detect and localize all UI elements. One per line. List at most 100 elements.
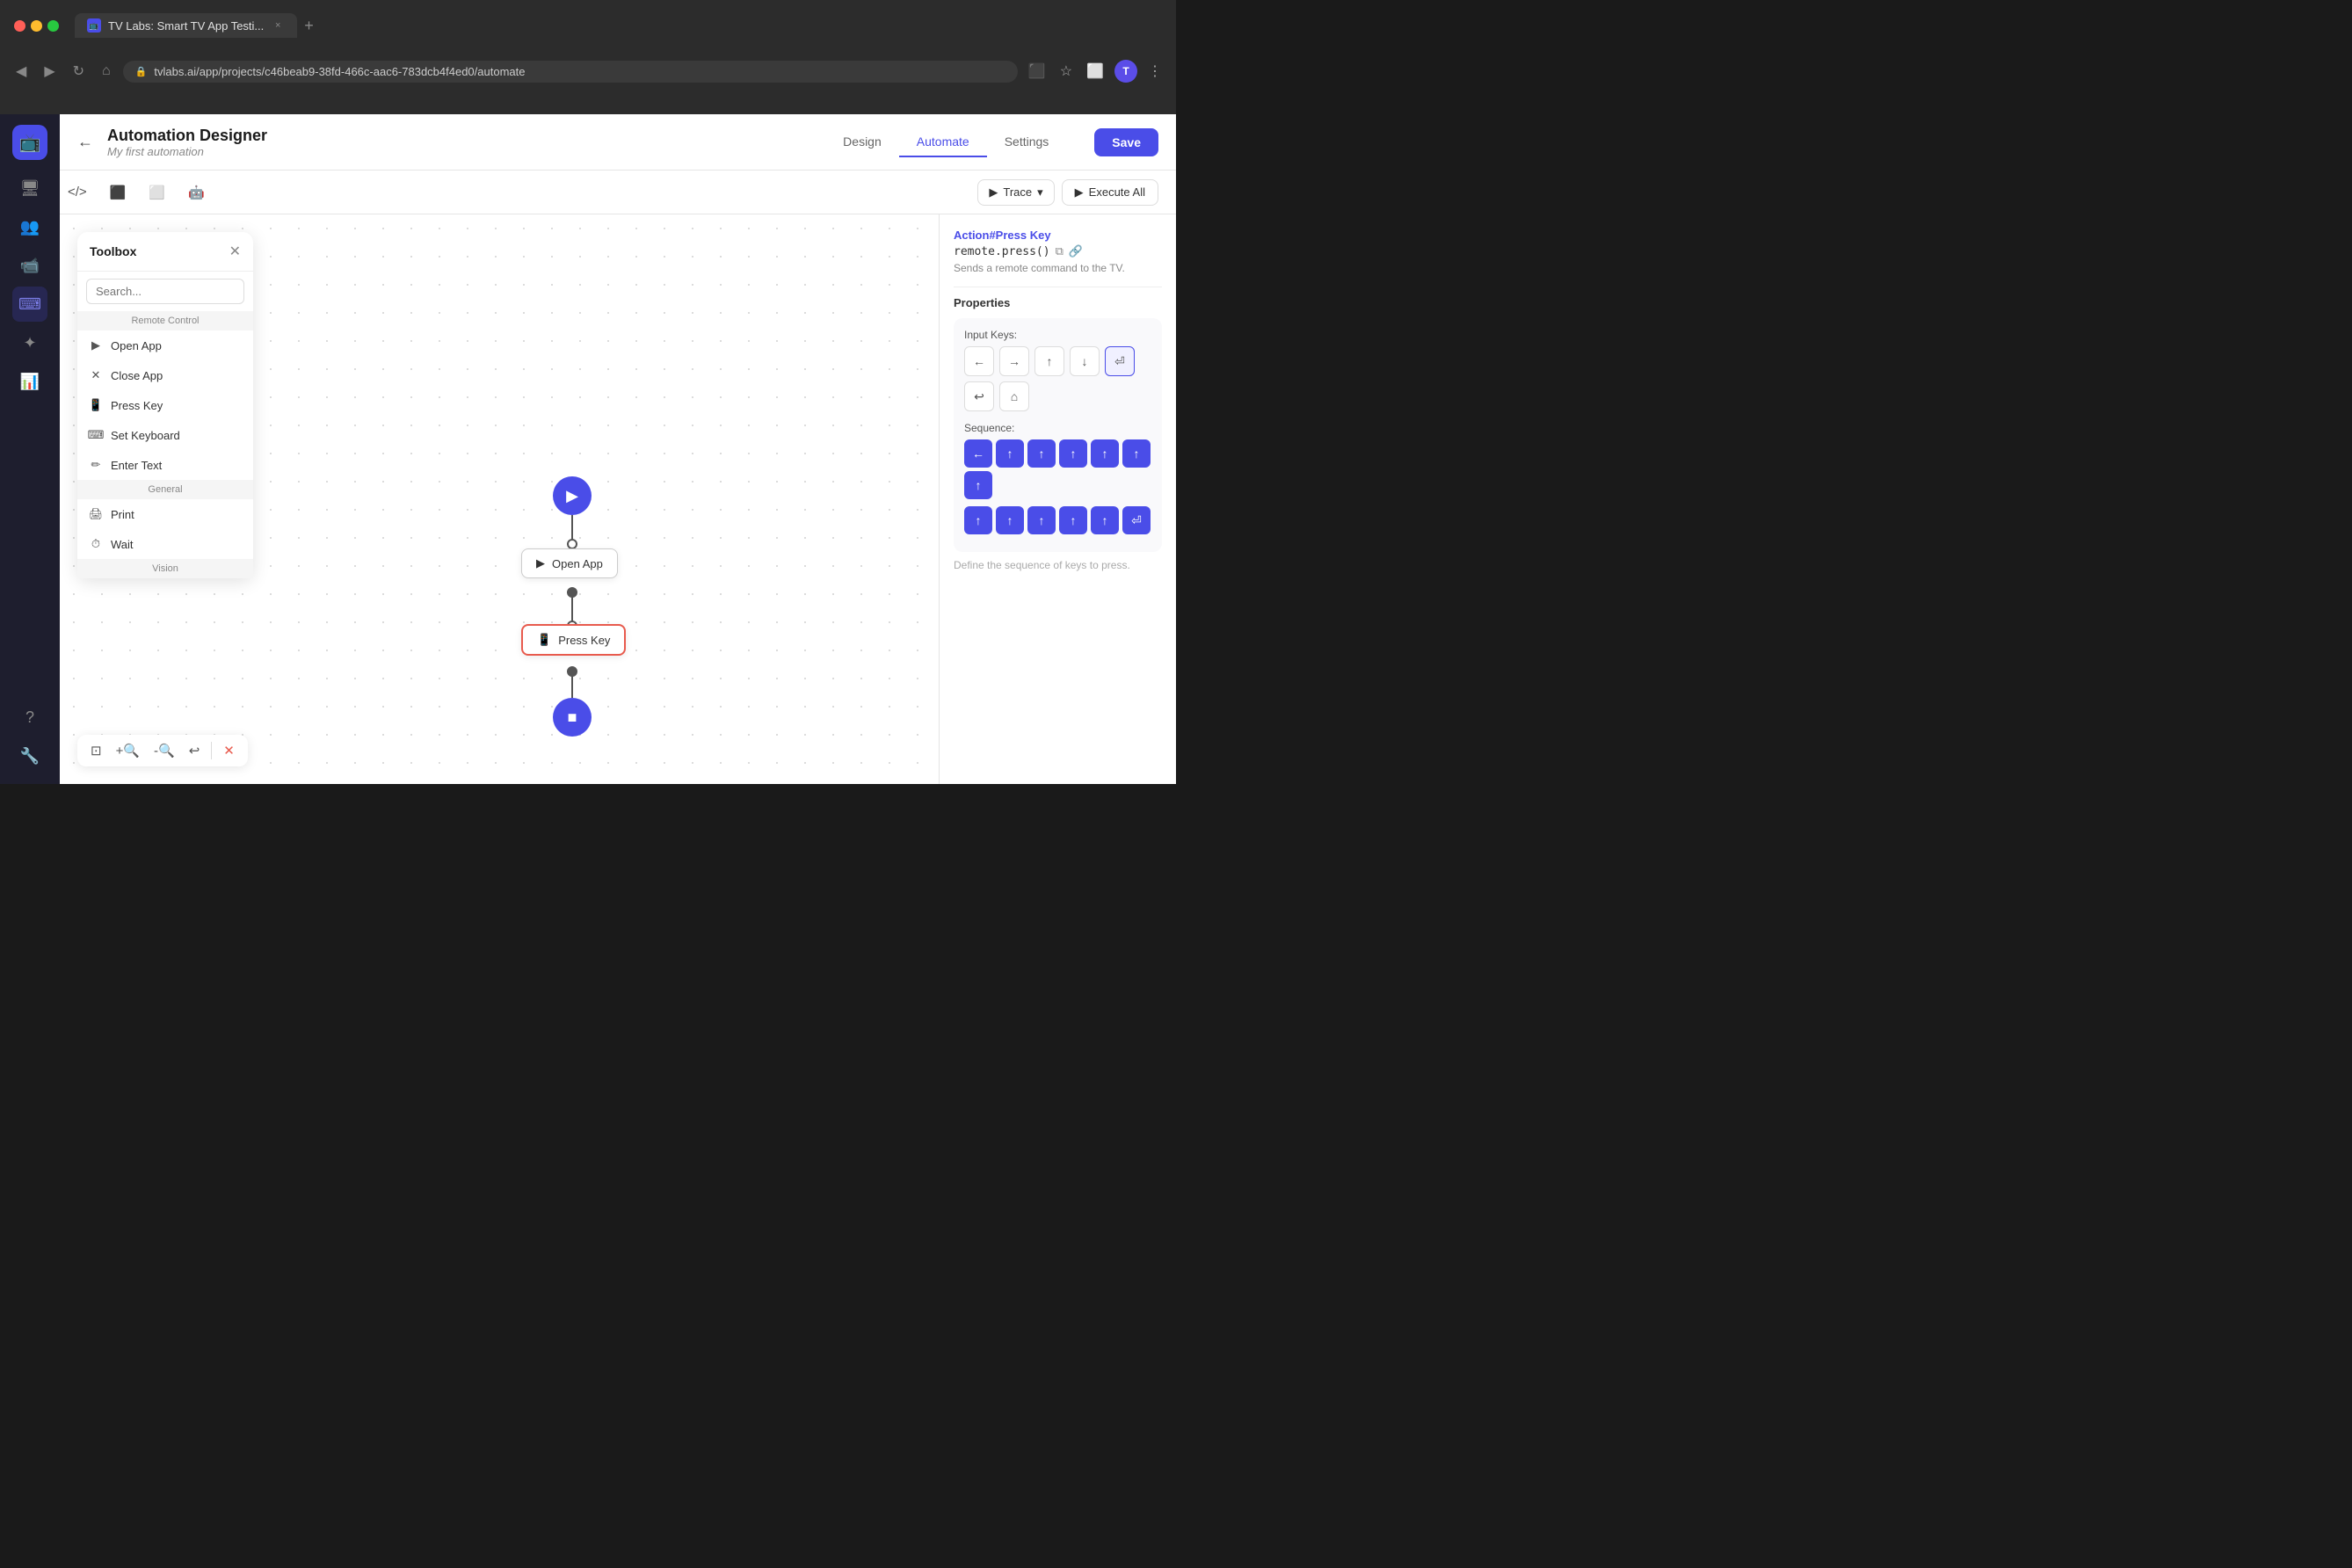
profile-extensions-button[interactable]: ⬜	[1083, 59, 1107, 83]
toolbox-item-open-app[interactable]: ▶ Open App	[77, 330, 253, 360]
input-keys-grid: ← → ↑ ↓ ⏎ ↩ ⌂	[964, 346, 1151, 411]
sidebar-logo: 📺	[12, 125, 47, 160]
sidebar-item-help[interactable]: ?	[12, 700, 47, 735]
code-view-button[interactable]: </>	[60, 179, 95, 205]
address-bar[interactable]: 🔒 tvlabs.ai/app/projects/c46beab9-38fd-4…	[123, 61, 1018, 83]
open-app-node-label: Open App	[552, 557, 603, 570]
canvas-area[interactable]: Toolbox ✕ Remote Control ▶ Open App ✕ Cl…	[60, 214, 939, 784]
user-avatar[interactable]: T	[1114, 60, 1137, 83]
sidebar-item-reports[interactable]: 📊	[12, 364, 47, 399]
toolbox-item-close-app[interactable]: ✕ Close App	[77, 360, 253, 390]
properties-box: Input Keys: ← → ↑ ↓ ⏎ ↩ ⌂ Sequence: ← ↑	[954, 318, 1162, 552]
traffic-light-green[interactable]	[47, 20, 59, 32]
seq-key-5[interactable]: ↑	[1091, 439, 1119, 468]
tab-favicon: 📺	[87, 18, 101, 33]
tab-automate[interactable]: Automate	[899, 127, 987, 157]
fit-view-button[interactable]: ⊡	[84, 738, 108, 763]
key-home[interactable]: ⌂	[999, 381, 1029, 411]
trace-button[interactable]: ▶ Trace ▾	[977, 179, 1054, 206]
undo-button[interactable]: ↩	[183, 738, 207, 763]
sidebar-item-tools[interactable]: 🔧	[12, 738, 47, 773]
seq-key-4[interactable]: ↑	[1059, 439, 1087, 468]
action-prefix: Action	[954, 229, 989, 242]
tab-add-button[interactable]: +	[301, 17, 317, 35]
seq-key-11[interactable]: ↑	[1059, 506, 1087, 534]
sidebar-item-monitor[interactable]: 🖥	[12, 171, 47, 206]
sidebar: 📺 🖥 👥 📹 ⌨ ✦ 📊 ? 🔧	[0, 114, 60, 784]
key-back[interactable]: ↩	[964, 381, 994, 411]
key-enter[interactable]: ⏎	[1105, 346, 1135, 376]
seq-key-1[interactable]: ←	[964, 439, 992, 468]
key-left[interactable]: ←	[964, 346, 994, 376]
press-key-label: Press Key	[111, 399, 163, 412]
link-icon[interactable]: 🔗	[1069, 245, 1083, 258]
wait-icon: ⏱	[88, 536, 104, 552]
home-nav-button[interactable]: ⌂	[97, 60, 116, 83]
tab-title: TV Labs: Smart TV App Testi...	[108, 19, 264, 33]
toolbox-item-press-key[interactable]: 📱 Press Key	[77, 390, 253, 420]
bookmark-button[interactable]: ☆	[1056, 59, 1076, 83]
start-node[interactable]: ▶	[553, 476, 592, 515]
copy-icon[interactable]: ⧉	[1056, 245, 1063, 258]
open-app-node[interactable]: ▶ Open App	[521, 548, 618, 578]
toolbox-close-button[interactable]: ✕	[229, 243, 241, 260]
sidebar-item-sparkle[interactable]: ✦	[12, 325, 47, 360]
press-key-node[interactable]: 📱 Press Key	[521, 624, 626, 656]
toolbox-section-general: General	[77, 480, 253, 499]
sidebar-item-code[interactable]: ⌨	[12, 287, 47, 322]
seq-key-12[interactable]: ↑	[1091, 506, 1119, 534]
end-icon: ■	[568, 708, 577, 727]
sequence-keys-row2: ↑ ↑ ↑ ↑ ↑ ⏎	[964, 506, 1151, 534]
split-vertical-button[interactable]: ⬜	[141, 179, 173, 206]
zoom-out-button[interactable]: -🔍	[148, 738, 181, 763]
back-nav-button[interactable]: ◀	[11, 59, 32, 83]
toolbox-header: Toolbox ✕	[77, 232, 253, 272]
toolbox-search-input[interactable]	[86, 279, 244, 304]
browser-toolbar: ◀ ▶ ↻ ⌂ 🔒 tvlabs.ai/app/projects/c46beab…	[0, 51, 1176, 91]
toolbox-panel: Toolbox ✕ Remote Control ▶ Open App ✕ Cl…	[77, 232, 253, 578]
seq-key-10[interactable]: ↑	[1027, 506, 1056, 534]
seq-key-2[interactable]: ↑	[996, 439, 1024, 468]
seq-key-6[interactable]: ↑	[1122, 439, 1151, 468]
seq-key-3[interactable]: ↑	[1027, 439, 1056, 468]
seq-key-9[interactable]: ↑	[996, 506, 1024, 534]
save-button[interactable]: Save	[1094, 128, 1158, 156]
toolbox-item-wait[interactable]: ⏱ Wait	[77, 529, 253, 559]
robot-button[interactable]: 🤖	[180, 179, 213, 206]
forward-nav-button[interactable]: ▶	[39, 59, 60, 83]
execute-all-button[interactable]: ▶ Execute All	[1062, 179, 1158, 206]
traffic-light-red[interactable]	[14, 20, 25, 32]
zoom-in-button[interactable]: +🔍	[110, 738, 146, 763]
reload-nav-button[interactable]: ↻	[68, 59, 90, 83]
seq-key-13[interactable]: ⏎	[1122, 506, 1151, 534]
seq-key-8[interactable]: ↑	[964, 506, 992, 534]
open-app-node-icon: ▶	[536, 556, 545, 570]
key-down[interactable]: ↓	[1070, 346, 1100, 376]
toolbox-item-set-keyboard[interactable]: ⌨ Set Keyboard	[77, 420, 253, 450]
extensions-button[interactable]: ⬛	[1025, 59, 1049, 83]
traffic-light-yellow[interactable]	[31, 20, 42, 32]
key-up[interactable]: ↑	[1034, 346, 1064, 376]
end-node[interactable]: ■	[553, 698, 592, 737]
page-subtitle: My first automation	[107, 145, 267, 158]
tab-settings[interactable]: Settings	[987, 127, 1067, 157]
sidebar-item-video[interactable]: 📹	[12, 248, 47, 283]
toolbox-item-print[interactable]: 🖨 Print	[77, 499, 253, 529]
main-content: ← Automation Designer My first automatio…	[60, 114, 1176, 784]
key-right[interactable]: →	[999, 346, 1029, 376]
tab-design[interactable]: Design	[825, 127, 899, 157]
toolbox-item-enter-text[interactable]: ✏ Enter Text	[77, 450, 253, 480]
clear-button[interactable]: ✕	[217, 738, 241, 763]
split-horizontal-button[interactable]: ⬛	[102, 179, 134, 206]
browser-tab-active[interactable]: 📺 TV Labs: Smart TV App Testi... ×	[75, 13, 297, 38]
sidebar-item-users[interactable]: 👥	[12, 209, 47, 244]
press-key-node-label: Press Key	[558, 634, 610, 647]
properties-section-title: Properties	[954, 296, 1162, 309]
toolbox-title: Toolbox	[90, 244, 136, 258]
header-tabs: Design Automate Settings	[825, 127, 1066, 157]
browser-menu-button[interactable]: ⋮	[1144, 59, 1165, 83]
tab-close-icon[interactable]: ×	[271, 18, 285, 33]
seq-key-7[interactable]: ↑	[964, 471, 992, 499]
toolbar-right: ▶ Trace ▾ ▶ Execute All	[977, 179, 1158, 206]
back-button[interactable]: ←	[77, 133, 93, 151]
